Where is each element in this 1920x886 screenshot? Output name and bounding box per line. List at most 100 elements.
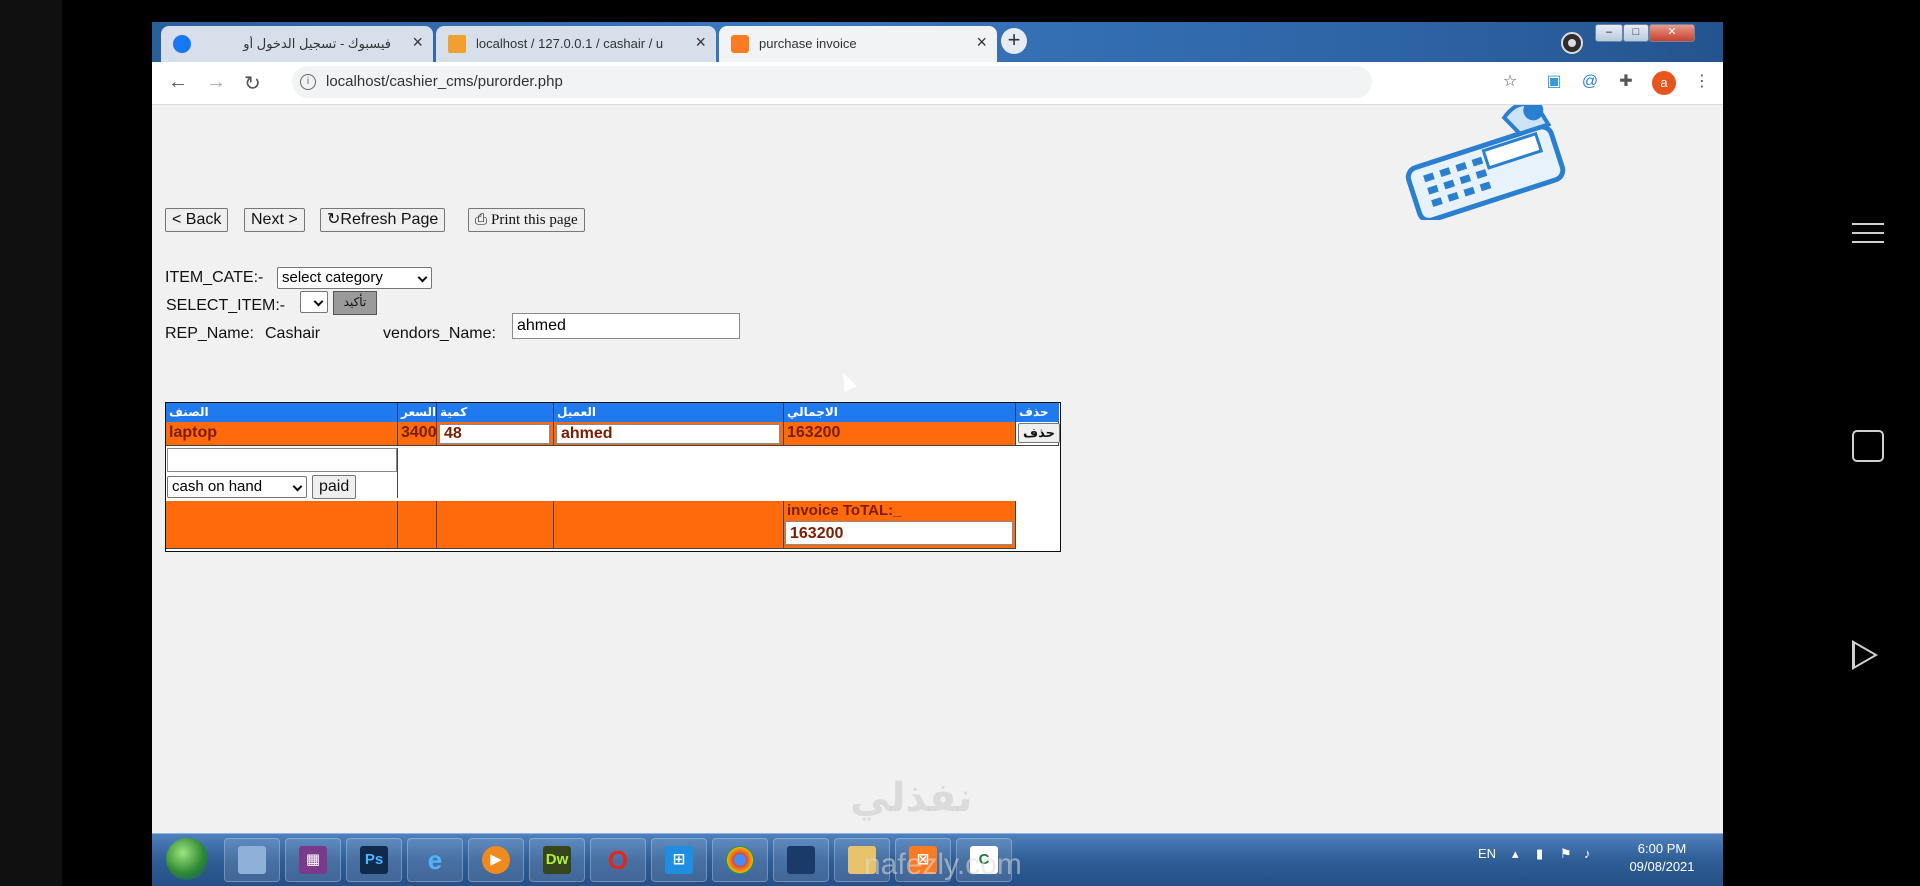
payment-method-select[interactable]: cash on hand xyxy=(167,476,307,498)
customer-input[interactable]: ahmed xyxy=(556,424,780,444)
taskbar-item[interactable]: Ps xyxy=(346,838,402,882)
notes-input[interactable] xyxy=(167,448,397,472)
xampp-icon xyxy=(731,35,749,53)
network-icon[interactable]: ▮ xyxy=(1536,846,1543,862)
back-button[interactable]: < Back xyxy=(165,208,229,232)
rep-name-label: REP_Name: xyxy=(165,325,254,342)
profile-record-icon[interactable] xyxy=(1561,32,1583,54)
volume-icon[interactable]: ♪ xyxy=(1584,846,1591,861)
clock-time: 6:00 PM xyxy=(1637,841,1687,856)
footer-cell xyxy=(437,501,554,549)
address-bar-row: ← → ↻ i localhost/cashier_cms/purorder.p… xyxy=(152,62,1723,105)
cell-qty: 48 xyxy=(437,422,554,446)
print-page-button[interactable]: ⎙ Print this page xyxy=(468,208,585,232)
back-arrow-icon[interactable]: ← xyxy=(168,71,188,94)
refresh-page-button[interactable]: ↻Refresh Page xyxy=(320,208,446,232)
cell-item: laptop xyxy=(166,422,398,446)
taskbar-item[interactable] xyxy=(712,838,768,882)
forward-arrow-icon[interactable]: → xyxy=(206,71,226,94)
vendors-name-label: vendors_Name: xyxy=(383,325,496,342)
close-icon[interactable]: × xyxy=(412,32,423,53)
url-text: localhost/cashier_cms/purorder.php xyxy=(326,73,563,90)
window-controls: – □ ✕ xyxy=(1595,24,1723,42)
info-icon[interactable]: i xyxy=(300,74,316,90)
category-select[interactable]: select category xyxy=(277,267,432,289)
tab-phpmyadmin[interactable]: localhost / 127.0.0.1 / cashair / u × xyxy=(436,26,716,62)
avatar[interactable]: a xyxy=(1652,71,1676,95)
confirm-button[interactable]: تأكيد xyxy=(333,291,377,315)
footer-cell xyxy=(166,501,398,549)
invoice-total-cell: invoice ToTAL:_ 163200 xyxy=(784,501,1016,549)
star-icon[interactable]: ☆ xyxy=(1500,72,1520,92)
qty-input[interactable]: 48 xyxy=(439,424,550,444)
extension-icon[interactable]: ▣ xyxy=(1544,72,1564,92)
item-select[interactable] xyxy=(300,291,328,313)
header-customer: العميل xyxy=(554,403,784,422)
cell-price: 3400 xyxy=(398,422,437,446)
next-button[interactable]: Next > xyxy=(244,208,305,232)
taskbar-item[interactable]: O xyxy=(590,838,646,882)
header-delete: حذف xyxy=(1016,403,1059,422)
invoice-total-input[interactable]: 163200 xyxy=(785,521,1013,545)
cell-delete: حذف xyxy=(1016,422,1060,446)
language-indicator[interactable]: EN xyxy=(1478,846,1496,861)
footer-cell xyxy=(398,501,437,549)
taskbar-item[interactable]: ▶ xyxy=(468,838,524,882)
close-icon[interactable]: × xyxy=(976,32,987,53)
reload-icon[interactable]: ↻ xyxy=(244,71,261,96)
internet-explorer-icon: e xyxy=(427,845,443,875)
media-player-icon: ▶ xyxy=(482,846,510,874)
puzzle-icon[interactable]: ✚ xyxy=(1616,72,1636,92)
close-icon[interactable]: × xyxy=(695,32,706,53)
delete-button[interactable]: حذف xyxy=(1018,423,1060,443)
maximize-icon[interactable]: □ xyxy=(1623,24,1649,42)
tray-arrow-icon[interactable]: ▴ xyxy=(1512,846,1519,862)
desktop-screen: فيسبوك - تسجيل الدخول أو الاشتراك × loca… xyxy=(152,22,1723,886)
window-close-icon[interactable]: ✕ xyxy=(1649,24,1695,42)
taskbar-item[interactable]: ▦ xyxy=(285,838,341,882)
taskbar-item[interactable]: e xyxy=(407,838,463,882)
url-field[interactable]: i localhost/cashier_cms/purorder.php xyxy=(292,66,1372,98)
tab-title: purchase invoice xyxy=(759,36,857,51)
watermark-arabic: نفذلي xyxy=(850,776,973,820)
windows-store-icon: ⊞ xyxy=(665,846,693,874)
browser-tab-strip: فيسبوك - تسجيل الدخول أو الاشتراك × loca… xyxy=(152,22,1723,62)
paid-button[interactable]: paid xyxy=(312,475,357,499)
cell-total: 163200 xyxy=(784,422,1016,446)
minimize-icon[interactable]: – xyxy=(1595,24,1623,42)
chrome-icon xyxy=(726,846,754,874)
clock-date: 09/08/2021 xyxy=(1629,859,1695,874)
tab-facebook[interactable]: فيسبوك - تسجيل الدخول أو الاشتراك × xyxy=(161,26,433,62)
footer-cell xyxy=(554,501,784,549)
taskbar-item[interactable] xyxy=(773,838,829,882)
kebab-menu-icon[interactable]: ⋮ xyxy=(1692,72,1712,92)
header-total: الاجمالي xyxy=(784,403,1016,422)
tab-purchase-invoice[interactable]: purchase invoice × xyxy=(719,26,997,62)
new-tab-plus-icon[interactable]: + xyxy=(1001,28,1027,54)
print-label: Print this page xyxy=(491,212,578,228)
tab-title: localhost / 127.0.0.1 / cashair / u xyxy=(476,36,664,51)
header-item: الصنف xyxy=(166,403,398,422)
page-content: < Back Next > ↻Refresh Page ⎙ Print this… xyxy=(152,105,1723,833)
invoice-total-label: invoice ToTAL:_ xyxy=(787,502,902,519)
cell-customer: ahmed xyxy=(554,422,784,446)
flag-icon[interactable]: ⚑ xyxy=(1560,846,1572,862)
opera-icon: O xyxy=(607,845,629,875)
at-icon[interactable]: @ xyxy=(1580,72,1600,92)
header-price: السعر xyxy=(398,403,437,422)
windows-start-icon[interactable] xyxy=(166,838,208,880)
rep-name-value: Cashair xyxy=(265,325,321,342)
taskbar-item[interactable]: Dw xyxy=(529,838,585,882)
recents-icon[interactable] xyxy=(1852,430,1884,462)
menu-icon[interactable] xyxy=(1852,216,1884,250)
phpmyadmin-icon xyxy=(448,35,466,53)
vendors-name-input[interactable]: ahmed xyxy=(512,313,740,339)
taskbar-clock[interactable]: 6:00 PM 09/08/2021 xyxy=(1622,840,1702,876)
calculator-logo-icon xyxy=(1405,105,1566,220)
taskbar-item[interactable] xyxy=(224,838,280,882)
back-triangle-icon[interactable] xyxy=(1852,640,1878,670)
select-item-label: SELECT_ITEM:- xyxy=(166,297,286,314)
printer-icon: ⎙ xyxy=(475,212,488,228)
taskbar-item[interactable]: ⊞ xyxy=(651,838,707,882)
app-icon xyxy=(787,846,815,874)
